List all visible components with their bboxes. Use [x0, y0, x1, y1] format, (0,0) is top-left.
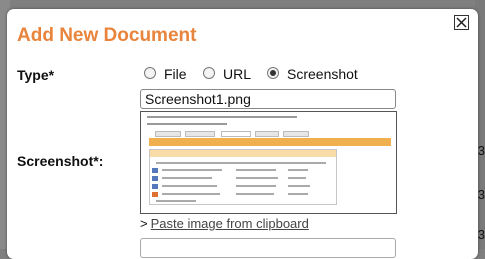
- filename-input[interactable]: Screenshot1.png: [140, 89, 396, 109]
- radio-screenshot-label[interactable]: Screenshot: [287, 66, 358, 82]
- screenshot-label: Screenshot*:: [17, 153, 104, 169]
- dialog-title: Add New Document: [17, 25, 197, 46]
- backdrop-text: 3: [477, 143, 485, 158]
- paste-prefix: >: [140, 216, 148, 231]
- type-label: Type*: [17, 67, 55, 83]
- backdrop-text: 3: [477, 187, 485, 202]
- paste-row: > Paste image from clipboard: [140, 216, 309, 231]
- radio-url-label[interactable]: URL: [223, 66, 251, 82]
- radio-file-label[interactable]: File: [164, 66, 187, 82]
- radio-url[interactable]: [203, 67, 215, 79]
- description-textarea[interactable]: [140, 238, 396, 258]
- radio-screenshot[interactable]: [267, 67, 279, 79]
- close-x-icon: [456, 17, 467, 28]
- screenshot-preview: [140, 111, 397, 214]
- radio-file[interactable]: [144, 67, 156, 79]
- close-button[interactable]: [454, 15, 469, 30]
- paste-from-clipboard-link[interactable]: Paste image from clipboard: [151, 216, 309, 231]
- backdrop-text: 3: [477, 227, 485, 242]
